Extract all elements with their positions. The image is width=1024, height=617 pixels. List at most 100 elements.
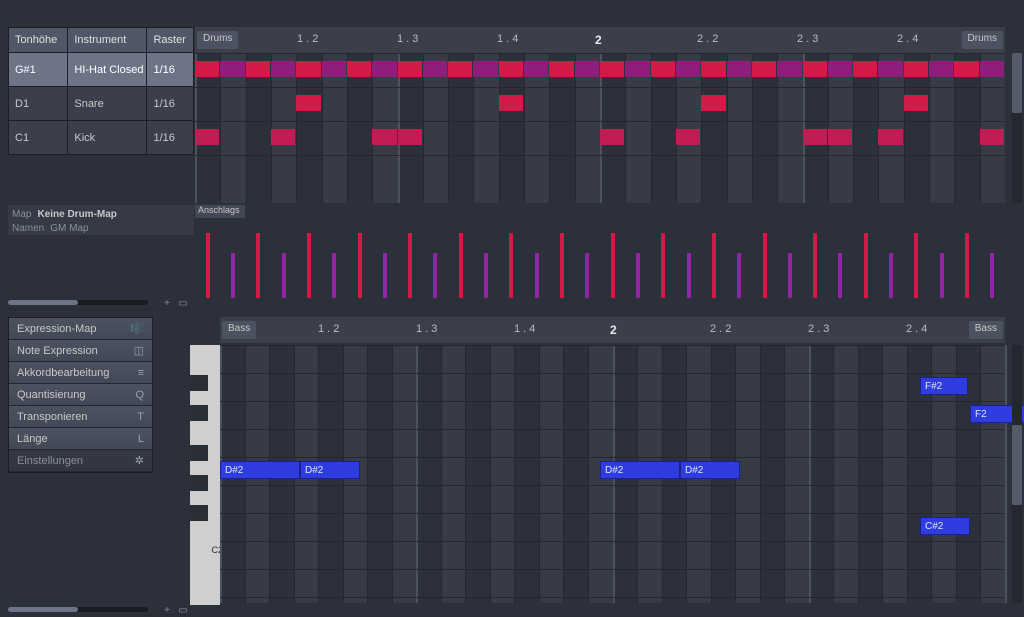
add-controller-icon[interactable]: + bbox=[160, 296, 174, 310]
drum-note-kick[interactable] bbox=[600, 129, 624, 145]
scroll-thumb[interactable] bbox=[1012, 53, 1022, 113]
drum-note-hihat[interactable] bbox=[752, 61, 776, 77]
drum-hscroll[interactable] bbox=[8, 300, 148, 305]
velocity-bar[interactable] bbox=[459, 233, 463, 298]
velocity-bar[interactable] bbox=[838, 253, 842, 298]
midi-note[interactable]: C#2 bbox=[920, 517, 970, 535]
velocity-bar[interactable] bbox=[813, 233, 817, 298]
drum-note-kick[interactable] bbox=[676, 129, 700, 145]
drum-note-hihat[interactable] bbox=[878, 61, 902, 77]
add-controller-icon[interactable]: + bbox=[160, 603, 174, 617]
bass-vscroll[interactable] bbox=[1012, 345, 1022, 603]
drum-note-hihat[interactable] bbox=[575, 61, 599, 77]
drum-note-hihat[interactable] bbox=[347, 61, 371, 77]
velocity-bar[interactable] bbox=[737, 253, 741, 298]
black-key[interactable] bbox=[190, 505, 208, 521]
velocity-bar[interactable] bbox=[433, 253, 437, 298]
part-tab-right[interactable]: Bass bbox=[969, 321, 1003, 339]
velocity-bar[interactable] bbox=[661, 233, 665, 298]
col-pitch[interactable]: Tonhöhe bbox=[9, 28, 68, 52]
col-grid[interactable]: Raster bbox=[147, 28, 193, 52]
velocity-bar[interactable] bbox=[585, 253, 589, 298]
drum-note-hihat[interactable] bbox=[398, 61, 422, 77]
drum-note-hihat[interactable] bbox=[296, 61, 320, 77]
velocity-bar[interactable] bbox=[636, 253, 640, 298]
drum-note-hihat[interactable] bbox=[195, 61, 219, 77]
bass-hscroll[interactable] bbox=[8, 607, 148, 612]
page-icon[interactable]: ▭ bbox=[176, 603, 190, 617]
velocity-bar[interactable] bbox=[383, 253, 387, 298]
drum-note-hihat[interactable] bbox=[372, 61, 396, 77]
drum-note-kick[interactable] bbox=[803, 129, 827, 145]
drum-note-kick[interactable] bbox=[271, 129, 295, 145]
drum-note-hihat[interactable] bbox=[676, 61, 700, 77]
drum-note-snare[interactable] bbox=[904, 95, 928, 111]
drum-note-hihat[interactable] bbox=[423, 61, 447, 77]
drum-note-hihat[interactable] bbox=[246, 61, 270, 77]
drum-note-hihat[interactable] bbox=[929, 61, 953, 77]
black-key[interactable] bbox=[190, 405, 208, 421]
drum-note-snare[interactable] bbox=[701, 95, 725, 111]
black-key[interactable] bbox=[190, 445, 208, 461]
scroll-thumb[interactable] bbox=[1012, 425, 1022, 505]
insp-length[interactable]: Länge L bbox=[9, 428, 152, 450]
midi-note[interactable]: D#2 bbox=[600, 461, 680, 479]
velocity-bar[interactable] bbox=[509, 233, 513, 298]
drum-note-hihat[interactable] bbox=[322, 61, 346, 77]
piano-keyboard[interactable]: C2 bbox=[190, 345, 220, 605]
drum-note-hihat[interactable] bbox=[271, 61, 295, 77]
velocity-bar[interactable] bbox=[864, 233, 868, 298]
part-tab-left[interactable]: Drums bbox=[197, 31, 238, 49]
drum-note-hihat[interactable] bbox=[625, 61, 649, 77]
velocity-bar[interactable] bbox=[763, 233, 767, 298]
midi-note[interactable]: D#2 bbox=[300, 461, 360, 479]
part-tab-left[interactable]: Bass bbox=[222, 321, 256, 339]
drum-note-hihat[interactable] bbox=[549, 61, 573, 77]
drum-row-hihat[interactable]: G#1 HI-Hat Closed 1/16 bbox=[8, 53, 194, 87]
black-key[interactable] bbox=[190, 475, 208, 491]
drum-note-kick[interactable] bbox=[195, 129, 219, 145]
page-icon[interactable]: ▭ bbox=[176, 296, 190, 310]
drum-note-hihat[interactable] bbox=[954, 61, 978, 77]
velocity-bar[interactable] bbox=[332, 253, 336, 298]
drum-note-hihat[interactable] bbox=[524, 61, 548, 77]
drum-map-section[interactable]: Map Keine Drum-Map Namen GM Map bbox=[8, 205, 194, 235]
midi-note[interactable]: D#2 bbox=[680, 461, 740, 479]
insp-transpose[interactable]: Transponieren T bbox=[9, 406, 152, 428]
drum-note-hihat[interactable] bbox=[777, 61, 801, 77]
scroll-thumb[interactable] bbox=[8, 300, 78, 305]
bass-ruler[interactable]: Bass Bass 1 . 2 1 . 3 1 . 4 2 2 . 2 2 . … bbox=[220, 317, 1005, 343]
insp-chord-editing[interactable]: Akkordbearbeitung ≡ bbox=[9, 362, 152, 384]
velocity-bar[interactable] bbox=[687, 253, 691, 298]
drum-note-kick[interactable] bbox=[372, 129, 396, 145]
drum-note-hihat[interactable] bbox=[448, 61, 472, 77]
drum-row-kick[interactable]: C1 Kick 1/16 bbox=[8, 121, 194, 155]
midi-note[interactable]: F#2 bbox=[920, 377, 968, 395]
velocity-lane[interactable] bbox=[195, 218, 1005, 298]
drum-note-hihat[interactable] bbox=[727, 61, 751, 77]
drum-note-kick[interactable] bbox=[980, 129, 1004, 145]
drum-note-hihat[interactable] bbox=[499, 61, 523, 77]
velocity-bar[interactable] bbox=[535, 253, 539, 298]
drum-note-hihat[interactable] bbox=[980, 61, 1004, 77]
drum-grid[interactable] bbox=[195, 53, 1005, 203]
drum-note-hihat[interactable] bbox=[904, 61, 928, 77]
velocity-bar[interactable] bbox=[307, 233, 311, 298]
drum-note-hihat[interactable] bbox=[220, 61, 244, 77]
drum-note-hihat[interactable] bbox=[853, 61, 877, 77]
drum-note-snare[interactable] bbox=[499, 95, 523, 111]
drum-note-snare[interactable] bbox=[296, 95, 320, 111]
velocity-bar[interactable] bbox=[408, 233, 412, 298]
velocity-bar[interactable] bbox=[788, 253, 792, 298]
scroll-thumb[interactable] bbox=[8, 607, 78, 612]
velocity-bar[interactable] bbox=[484, 253, 488, 298]
velocity-bar[interactable] bbox=[256, 233, 260, 298]
drum-note-hihat[interactable] bbox=[701, 61, 725, 77]
drum-ruler[interactable]: Drums Drums 1 . 2 1 . 3 1 . 4 2 2 . 2 2 … bbox=[195, 27, 1005, 53]
velocity-bar[interactable] bbox=[914, 233, 918, 298]
velocity-bar[interactable] bbox=[940, 253, 944, 298]
insp-note-expression[interactable]: Note Expression ◫ bbox=[9, 340, 152, 362]
drum-note-kick[interactable] bbox=[828, 129, 852, 145]
black-key[interactable] bbox=[190, 375, 208, 391]
drum-vscroll[interactable] bbox=[1012, 53, 1022, 203]
